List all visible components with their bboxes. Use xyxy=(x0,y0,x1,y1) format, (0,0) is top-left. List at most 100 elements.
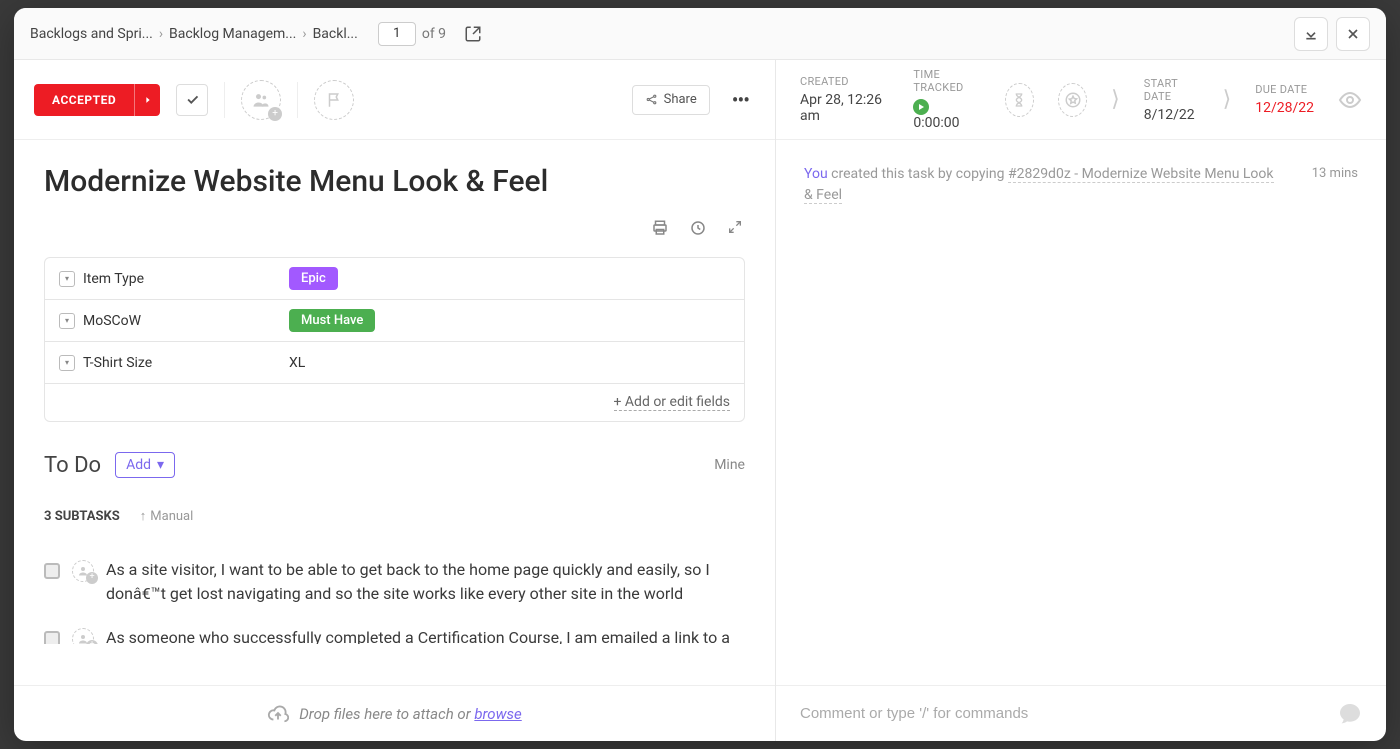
activity-time: 13 mins xyxy=(1292,164,1358,184)
status-button[interactable]: ACCEPTED xyxy=(34,84,160,116)
divider xyxy=(297,82,298,118)
field-value-pill: Epic xyxy=(289,267,338,290)
close-button[interactable] xyxy=(1336,17,1370,51)
subtasks-meta: 3 SUBTASKS ↑ Manual xyxy=(44,508,745,524)
time-label: TIME TRACKED xyxy=(913,68,980,94)
subtask-title[interactable]: As someone who successfully completed a … xyxy=(106,626,745,644)
dropdown-icon: ▾ xyxy=(59,313,75,329)
task-title[interactable]: Modernize Website Menu Look & Feel xyxy=(44,164,745,199)
created-label: CREATED xyxy=(800,75,889,88)
status-next-icon[interactable] xyxy=(134,84,160,116)
start-date-value: 8/12/22 xyxy=(1144,107,1199,123)
created-block: CREATED Apr 28, 12:26 am xyxy=(800,75,889,124)
plus-icon: + xyxy=(86,572,98,584)
subtask-status-checkbox[interactable] xyxy=(44,563,60,579)
sort-button[interactable]: ↑ Manual xyxy=(140,508,194,524)
title-actions xyxy=(44,207,745,257)
divider-angle: ⟩ xyxy=(1223,87,1232,112)
dropzone-text: Drop files here to attach or browse xyxy=(299,705,522,723)
send-icon[interactable] xyxy=(1338,702,1362,726)
divider-angle: ⟩ xyxy=(1111,87,1120,112)
dropdown-icon: ▾ xyxy=(59,355,75,371)
minimize-button[interactable] xyxy=(1294,17,1328,51)
chevron-right-icon: › xyxy=(302,26,306,42)
field-row-item-type[interactable]: ▾ Item Type Epic xyxy=(45,258,744,300)
play-icon[interactable] xyxy=(913,99,929,115)
field-label: T-Shirt Size xyxy=(83,355,152,371)
subtasks-count: 3 SUBTASKS xyxy=(44,509,120,524)
activity-user: You xyxy=(804,166,828,182)
field-row-tshirt[interactable]: ▾ T-Shirt Size XL xyxy=(45,342,744,384)
due-date-block[interactable]: DUE DATE 12/28/22 xyxy=(1255,83,1314,116)
left-toolbar: ACCEPTED + xyxy=(14,60,775,140)
breadcrumb: Backlogs and Spri... › Backlog Managem..… xyxy=(30,26,358,42)
divider xyxy=(224,82,225,118)
caret-down-icon: ▾ xyxy=(157,457,164,473)
created-value: Apr 28, 12:26 am xyxy=(800,92,889,124)
time-value: 0:00:00 xyxy=(913,98,980,131)
field-row-moscow[interactable]: ▾ MoSCoW Must Have xyxy=(45,300,744,342)
priority-flag-button[interactable] xyxy=(314,80,354,120)
browse-link[interactable]: browse xyxy=(474,705,521,723)
sprint-points-button[interactable] xyxy=(1058,83,1087,117)
subtask-row: + As a site visitor, I want to be able t… xyxy=(44,548,745,616)
task-left-pane: ACCEPTED + xyxy=(14,60,776,741)
comment-input[interactable] xyxy=(800,705,1326,722)
todo-header: To Do Add ▾ Mine xyxy=(44,452,745,478)
activity-item: You created this task by copying #2829d0… xyxy=(804,164,1358,206)
status-label: ACCEPTED xyxy=(34,84,134,116)
page-current[interactable]: 1 xyxy=(378,22,416,46)
chevron-right-icon: › xyxy=(159,26,163,42)
todo-title: To Do xyxy=(44,453,101,478)
assign-people-button[interactable]: + xyxy=(241,80,281,120)
share-label: Share xyxy=(664,92,697,107)
page-total: of 9 xyxy=(422,26,446,42)
activity-feed: You created this task by copying #2829d0… xyxy=(776,140,1386,685)
sort-label: Manual xyxy=(150,509,193,524)
dropdown-icon: ▾ xyxy=(59,271,75,287)
mine-filter[interactable]: Mine xyxy=(714,457,745,473)
plus-icon: + xyxy=(86,640,98,644)
subtask-assign-button[interactable]: + xyxy=(72,628,94,644)
task-meta-bar: CREATED Apr 28, 12:26 am TIME TRACKED 0:… xyxy=(776,60,1386,140)
open-new-icon[interactable] xyxy=(464,25,482,43)
activity-text: created this task by copying xyxy=(828,166,1008,182)
custom-fields-table: ▾ Item Type Epic ▾ MoSCoW Must xyxy=(44,257,745,422)
field-value-pill: Must Have xyxy=(289,309,375,332)
crumb-0[interactable]: Backlogs and Spri... xyxy=(30,26,153,42)
history-icon[interactable] xyxy=(689,219,707,237)
fields-footer: + Add or edit fields xyxy=(45,384,744,421)
more-menu-button[interactable]: ••• xyxy=(726,88,755,112)
share-button[interactable]: Share xyxy=(632,85,710,115)
due-date-label: DUE DATE xyxy=(1255,83,1314,96)
subtask-row: + As someone who successfully completed … xyxy=(44,616,745,644)
field-label: Item Type xyxy=(83,271,144,287)
start-date-block[interactable]: START DATE 8/12/22 xyxy=(1144,77,1199,123)
add-edit-fields-link[interactable]: + Add or edit fields xyxy=(614,394,731,411)
complete-check-button[interactable] xyxy=(176,84,208,116)
subtask-assign-button[interactable]: + xyxy=(72,560,94,582)
top-bar: Backlogs and Spri... › Backlog Managem..… xyxy=(14,8,1386,60)
subtask-status-checkbox[interactable] xyxy=(44,631,60,644)
comment-bar xyxy=(776,685,1386,741)
task-content: Modernize Website Menu Look & Feel xyxy=(14,140,775,685)
print-icon[interactable] xyxy=(651,219,669,237)
crumb-1[interactable]: Backlog Managem... xyxy=(169,26,296,42)
field-value: XL xyxy=(289,355,305,371)
start-date-label: START DATE xyxy=(1144,77,1199,103)
due-date-value: 12/28/22 xyxy=(1255,100,1314,116)
cloud-upload-icon xyxy=(267,703,289,725)
plus-icon: + xyxy=(268,107,282,121)
task-modal: Backlogs and Spri... › Backlog Managem..… xyxy=(14,8,1386,741)
time-tracked-block[interactable]: TIME TRACKED 0:00:00 xyxy=(913,68,980,131)
subtask-title[interactable]: As a site visitor, I want to be able to … xyxy=(106,558,745,606)
expand-icon[interactable] xyxy=(727,219,745,237)
field-label: MoSCoW xyxy=(83,313,141,329)
watch-icon[interactable] xyxy=(1338,88,1362,112)
add-subtask-button[interactable]: Add ▾ xyxy=(115,452,175,478)
estimate-button[interactable] xyxy=(1005,83,1034,117)
arrow-up-icon: ↑ xyxy=(140,508,147,524)
attachments-dropzone[interactable]: Drop files here to attach or browse xyxy=(14,685,775,741)
crumb-2[interactable]: Backl... xyxy=(313,26,358,42)
add-label: Add xyxy=(126,457,151,473)
